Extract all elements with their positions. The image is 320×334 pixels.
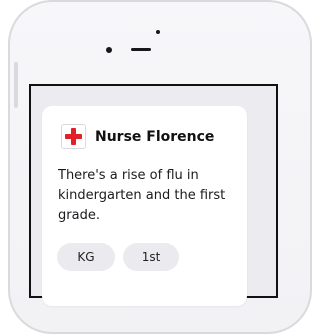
front-camera xyxy=(106,47,112,53)
notification-tags: KG 1st xyxy=(57,243,179,271)
notification-message: There's a rise of flu in kindergarten an… xyxy=(58,168,226,223)
red-cross-icon xyxy=(61,124,86,149)
tag-1st[interactable]: 1st xyxy=(123,243,179,271)
earpiece-speaker xyxy=(131,48,151,51)
camera-dot xyxy=(156,30,160,34)
side-button xyxy=(14,62,18,108)
tag-kg[interactable]: KG xyxy=(57,243,115,271)
notification-sender: Nurse Florence xyxy=(95,129,215,145)
